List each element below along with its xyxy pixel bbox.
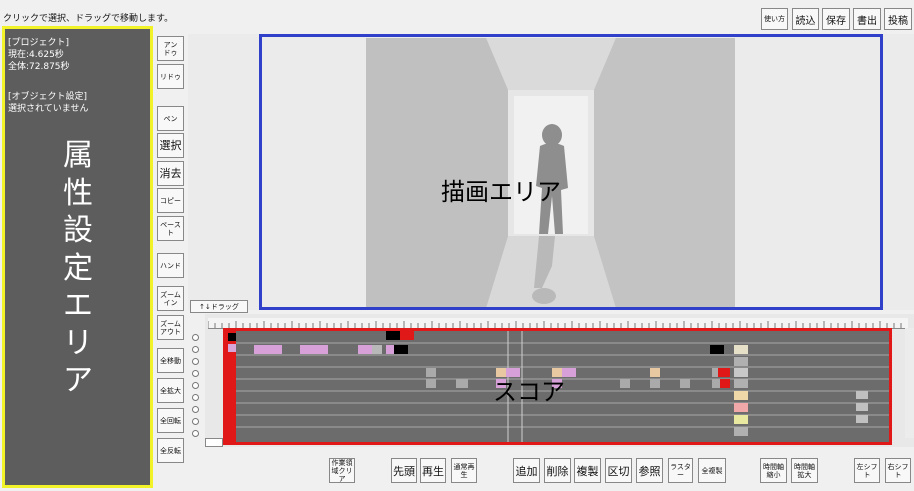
score-scrollbar[interactable] [905,328,914,438]
score-area-annotation: スコア [493,378,565,406]
select-tool[interactable]: 選択 [157,133,184,158]
duplicate-button[interactable]: 複製 [574,458,601,483]
score-corner [205,438,223,447]
copy-button[interactable]: コピー [157,188,184,213]
delete-button[interactable]: 削除 [544,458,571,483]
pen-tool[interactable]: ペン [157,106,184,131]
reference-button[interactable]: 参照 [636,458,663,483]
current-time: 現在:4.625秒 [8,50,64,60]
annotation-char: 性 [63,175,93,211]
split-button[interactable]: 区切 [605,458,632,483]
track-dot[interactable] [192,346,199,353]
clear-workspace-button[interactable]: 作業領 域クリア [329,458,355,483]
object-settings-header: [オブジェクト設定] [8,92,88,102]
track-dot[interactable] [192,394,199,401]
zoom-out-button[interactable]: ズーム アウト [157,315,184,340]
annotation-char: 定 [63,250,93,286]
track-dot[interactable] [192,406,199,413]
track-dot[interactable] [192,382,199,389]
track-dot[interactable] [192,334,199,341]
track-dot[interactable] [192,358,199,365]
properties-panel: [プロジェクト] 現在:4.625秒 全体:72.875秒 [オブジェクト設定]… [2,26,153,488]
track-dot[interactable] [192,418,199,425]
save-button[interactable]: 保存 [822,8,850,30]
ruler-ticks [207,321,902,328]
help-button[interactable]: 使い方 [761,8,788,30]
zoom-in-button[interactable]: ズーム イン [157,286,184,311]
add-button[interactable]: 追加 [513,458,540,483]
project-header: [プロジェクト] [8,38,70,48]
status-hint: クリックで選択、ドラッグで移動します。 [3,14,174,24]
duplicate-all-button[interactable]: 全複製 [698,458,726,483]
redo-button[interactable]: リドゥ [157,64,184,89]
annotation-char: リ [63,325,93,361]
object-status: 選択されていません [8,104,89,114]
canvas-area-annotation: 描画エリア [441,178,561,206]
load-button[interactable]: 読込 [792,8,819,30]
annotation-char: 設 [63,213,93,248]
properties-area-annotation: 属 性 設 定 エ リ ア [61,137,95,400]
track-dot[interactable] [192,430,199,437]
drag-tab[interactable]: ↑↓ドラッグ [190,300,248,313]
paste-button[interactable]: ペースト [157,216,184,241]
annotation-char: ア [63,363,93,398]
erase-tool[interactable]: 消去 [157,161,184,186]
post-button[interactable]: 投稿 [884,8,912,30]
rotate-all-button[interactable]: 全回転 [157,408,184,433]
play-button[interactable]: 再生 [420,458,446,483]
shift-left-button[interactable]: 左シフ ト [854,458,880,483]
move-all-button[interactable]: 全移動 [157,348,184,373]
annotation-char: エ [63,288,93,323]
export-button[interactable]: 書出 [853,8,881,30]
timeline-shrink-button[interactable]: 時間軸 縮小 [760,458,787,483]
hand-tool[interactable]: ハンド [157,253,184,278]
track-dot[interactable] [192,370,199,377]
head-button[interactable]: 先頭 [391,458,417,483]
timeline-expand-button[interactable]: 時間軸 拡大 [791,458,818,483]
raster-button[interactable]: ラスタ ー [668,458,693,483]
normal-play-button[interactable]: 通常再 生 [451,458,477,483]
shift-right-button[interactable]: 右シフ ト [885,458,911,483]
flip-all-button[interactable]: 全反転 [157,438,184,463]
total-time: 全体:72.875秒 [8,62,70,72]
scale-all-button[interactable]: 全拡大 [157,378,184,403]
undo-button[interactable]: アン ドゥ [157,36,184,61]
canvas-frame [259,34,883,310]
annotation-char: 属 [63,138,93,173]
